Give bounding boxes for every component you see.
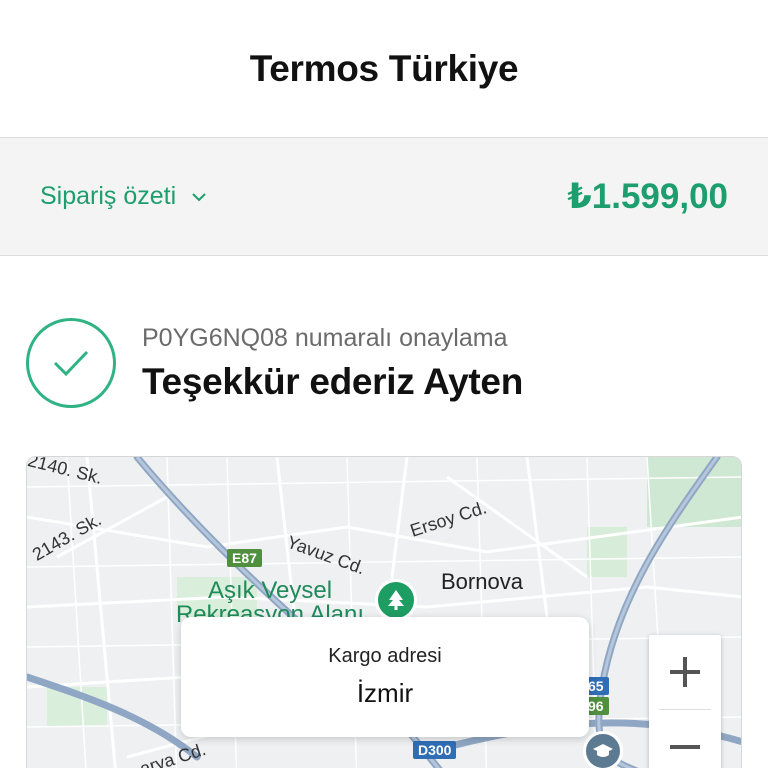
shipping-address-city: İzmir (356, 678, 414, 708)
plus-icon (670, 657, 700, 687)
order-summary-bar: Sipariş özeti ₺1.599,00 (0, 138, 768, 256)
shipping-address-card: Kargo adresi İzmir (181, 617, 589, 737)
zoom-in-button[interactable] (649, 635, 721, 709)
order-total: ₺1.599,00 (567, 176, 728, 216)
minus-icon (670, 745, 700, 749)
header: Termos Türkiye (0, 0, 768, 138)
chevron-down-icon (192, 192, 206, 201)
map-zoom-controls (649, 635, 721, 768)
store-title: Termos Türkiye (249, 47, 519, 89)
checkmark-icon (26, 318, 116, 408)
zoom-out-button[interactable] (649, 710, 721, 768)
district-label: Bornova (441, 569, 523, 594)
thank-you-heading: Teşekkür ederiz Ayten (142, 360, 523, 402)
shipping-map[interactable]: 2140. Sk. 2143. Sk. Ersoy Cd. Yavuz Cd. … (26, 456, 742, 768)
confirmation-block: P0YG6NQ08 numaralı onaylama Teşekkür ede… (26, 318, 523, 408)
road-shield: E87 (227, 549, 262, 567)
shipping-address-label: Kargo adresi (328, 645, 442, 667)
school-icon[interactable] (583, 731, 623, 768)
road-shield: D300 (413, 741, 457, 759)
tree-icon[interactable] (375, 579, 417, 621)
order-summary-toggle[interactable]: Sipariş özeti (40, 182, 208, 211)
confirmation-number: P0YG6NQ08 numaralı onaylama (142, 323, 508, 352)
order-summary-label: Sipariş özeti (40, 182, 177, 210)
